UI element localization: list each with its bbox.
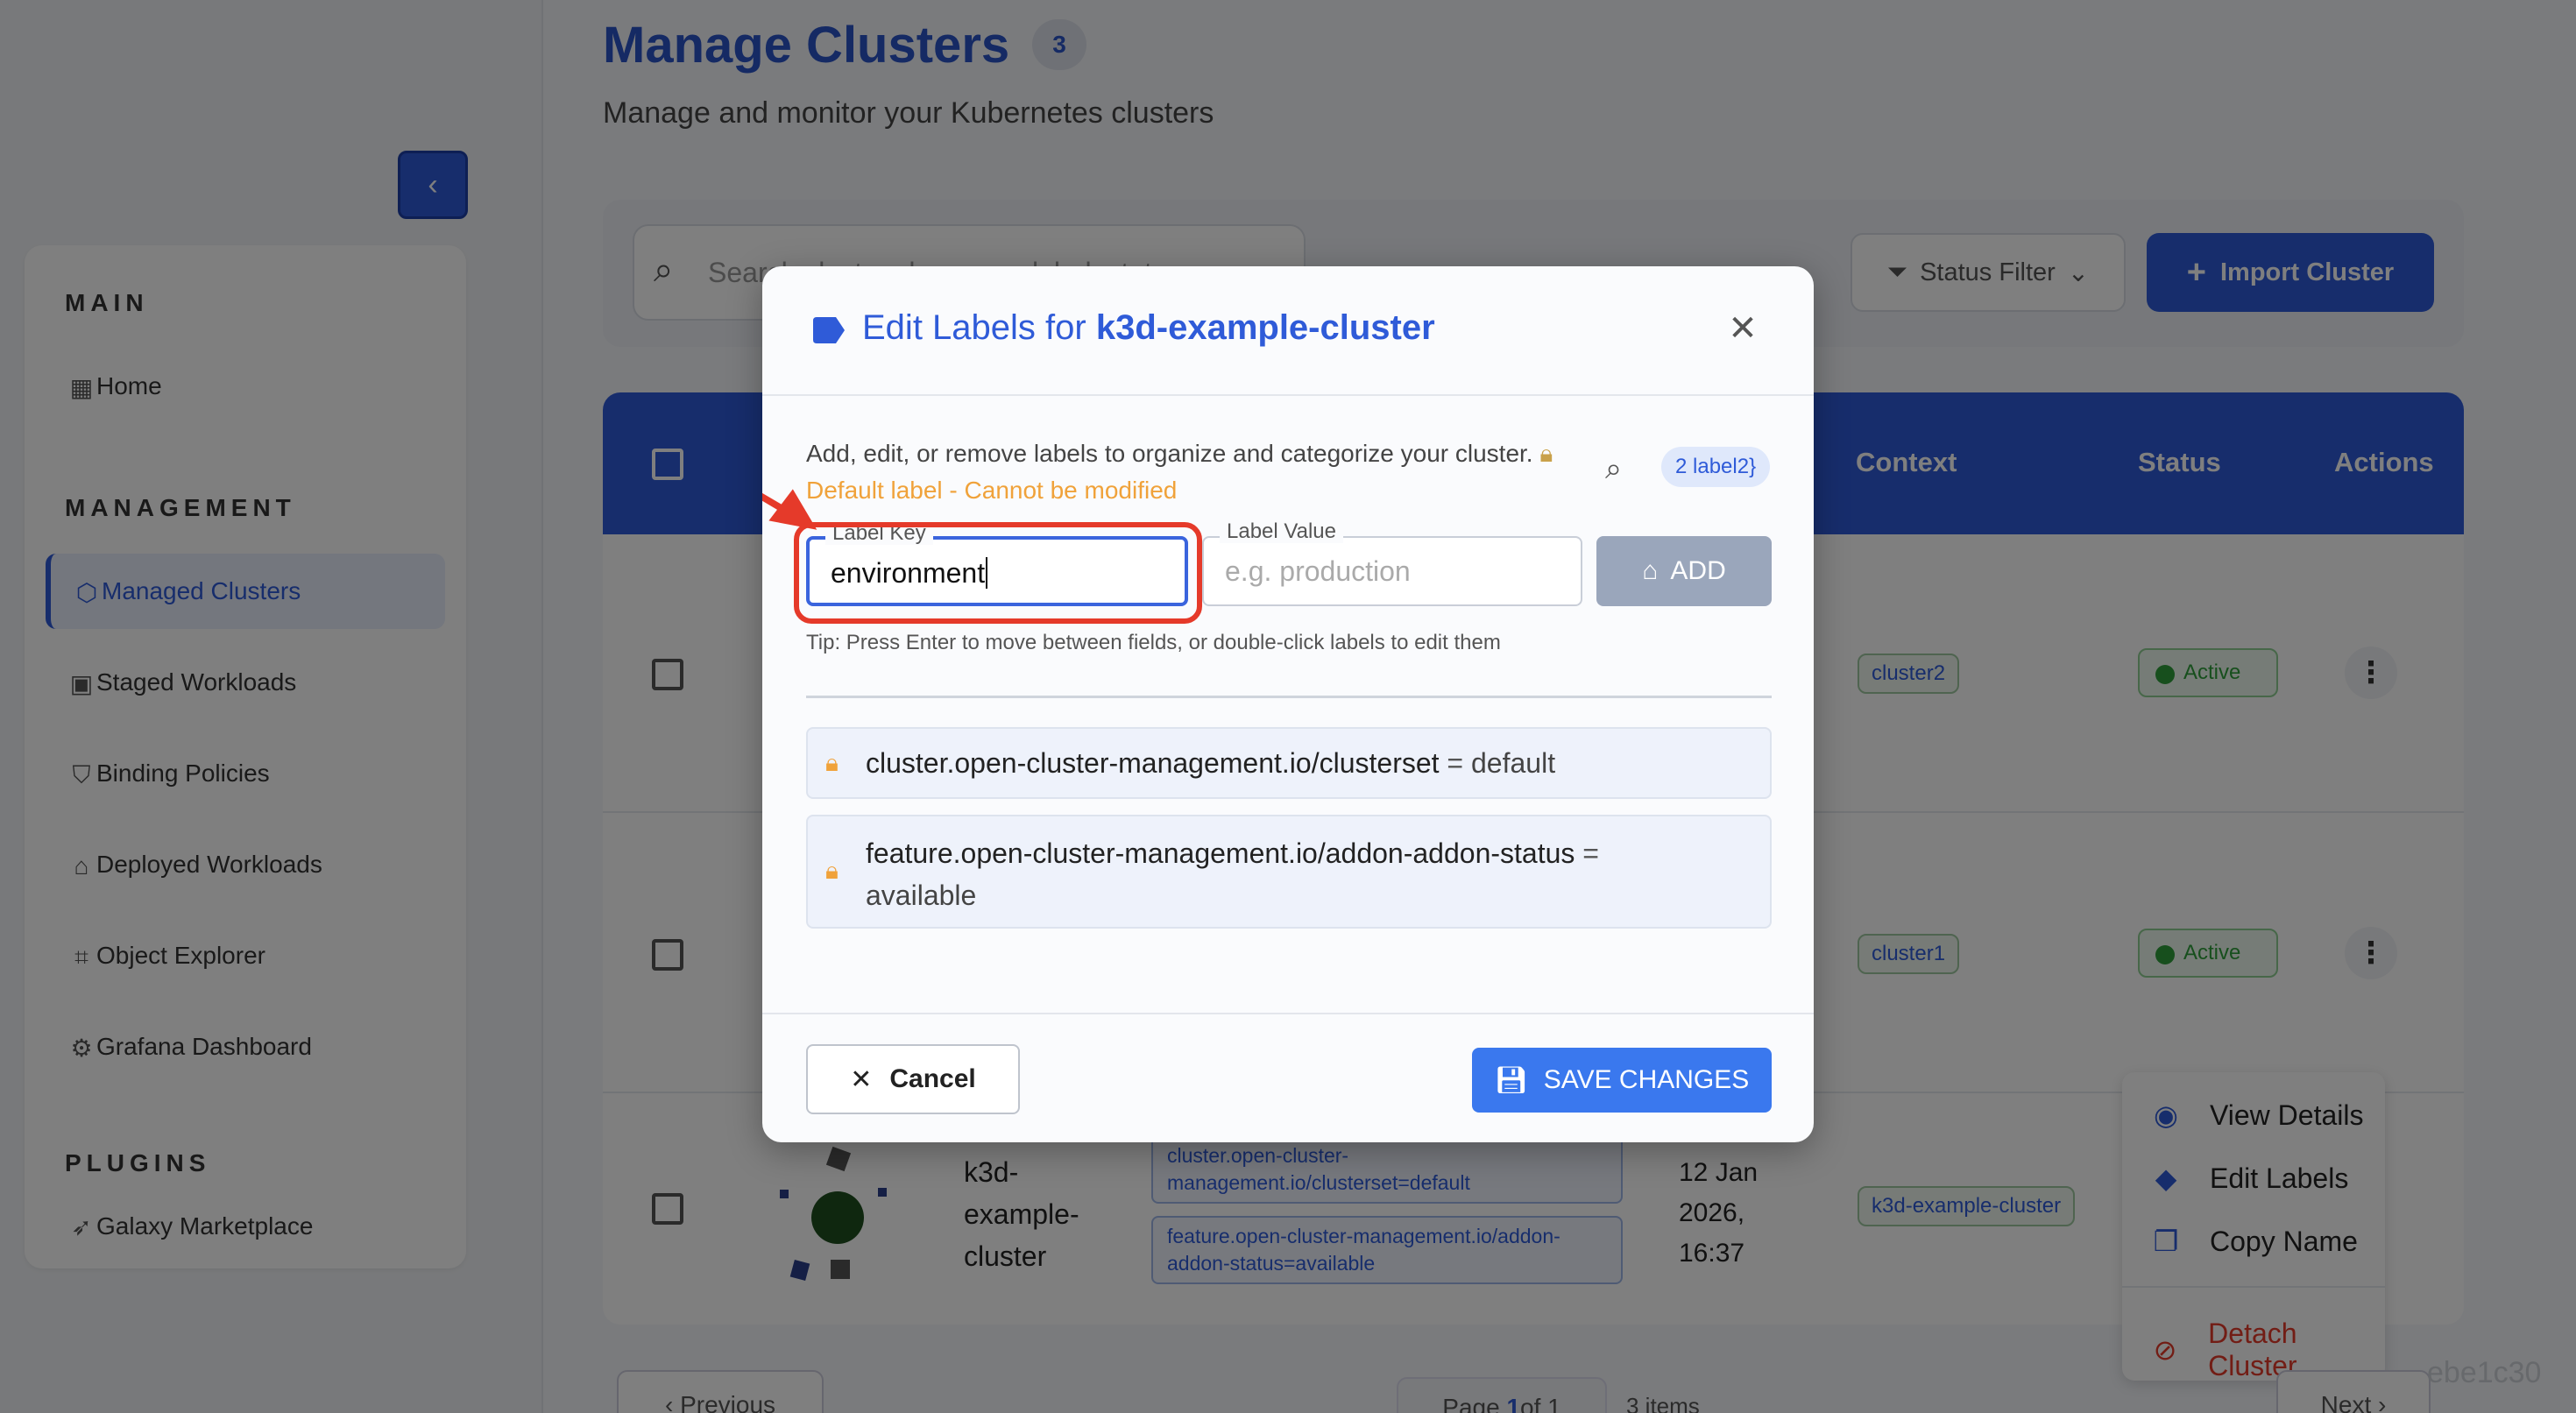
dialog-header: Edit Labels for k3d-example-cluster ✕ — [762, 266, 1814, 396]
annotation-highlight-box — [794, 522, 1202, 624]
label-value-caption: Label Value — [1220, 520, 1343, 543]
default-label-warning: Default label - Cannot be modified — [806, 477, 1178, 504]
label-item[interactable]: 🔒︎ feature.open-cluster-management.io/ad… — [806, 815, 1772, 929]
tag-outline-icon: ⌂ — [1642, 556, 1659, 585]
close-icon: ✕ — [850, 1064, 873, 1094]
lock-icon: 🔒︎ — [1539, 440, 1553, 467]
add-label-button[interactable]: ⌂ ADD — [1596, 536, 1772, 606]
label-count-badge: 2 label2} — [1661, 447, 1771, 487]
dialog-tip: Tip: Press Enter to move between fields,… — [806, 631, 1501, 654]
search-labels-icon[interactable]: ⌕ — [1605, 452, 1622, 486]
lock-icon: 🔒︎ — [825, 857, 839, 884]
lock-icon: 🔒︎ — [825, 749, 839, 776]
close-icon: ✕ — [1728, 309, 1758, 348]
tag-icon — [813, 317, 845, 343]
label-item[interactable]: 🔒︎ cluster.open-cluster-management.io/cl… — [806, 727, 1772, 799]
cancel-button[interactable]: ✕ Cancel — [806, 1044, 1020, 1114]
dialog-divider — [806, 696, 1772, 698]
close-dialog-button[interactable]: ✕ — [1723, 308, 1763, 349]
save-changes-button[interactable]: 💾︎ SAVE CHANGES — [1472, 1048, 1772, 1113]
save-icon: 💾︎ — [1494, 1065, 1528, 1095]
dialog-footer-divider — [762, 1013, 1814, 1014]
label-value-input[interactable]: Label Value e.g. production — [1202, 520, 1582, 606]
edit-labels-dialog: Edit Labels for k3d-example-cluster ✕ Ad… — [762, 266, 1814, 1142]
dialog-title: Edit Labels for k3d-example-cluster — [862, 308, 1435, 347]
dialog-description: Add, edit, or remove labels to organize … — [806, 440, 1553, 467]
